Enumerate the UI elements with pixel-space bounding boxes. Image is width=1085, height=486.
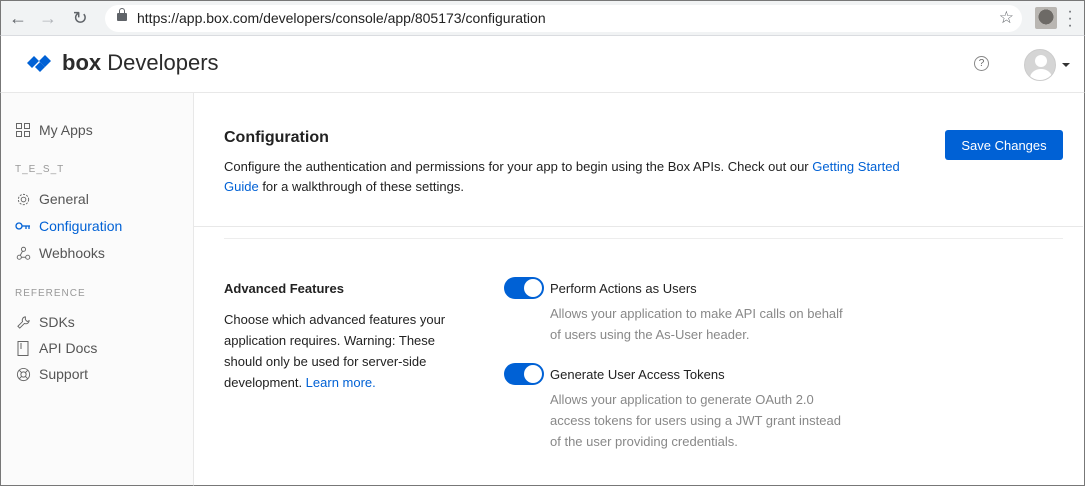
- browser-toolbar: ← → ↻ https://app.box.com/developers/con…: [0, 0, 1085, 36]
- sidebar-item-api-docs[interactable]: API Docs: [15, 339, 97, 357]
- divider: [224, 238, 1063, 239]
- option-description: Allows your application to make API call…: [550, 306, 843, 342]
- option-description: Allows your application to generate OAut…: [550, 392, 841, 449]
- sidebar-item-sdks[interactable]: SDKs: [15, 313, 75, 331]
- reload-icon[interactable]: ↻: [71, 9, 89, 27]
- app-header: box Developers ?: [0, 36, 1085, 93]
- box-logo-icon[interactable]: [25, 53, 53, 73]
- brand-name[interactable]: box Developers: [62, 50, 219, 76]
- webhook-icon: [15, 245, 31, 261]
- perform-actions-as-users-toggle[interactable]: [504, 277, 544, 299]
- sidebar-item-support[interactable]: Support: [15, 365, 88, 383]
- option-title: Perform Actions as Users: [550, 281, 697, 296]
- forward-arrow-icon[interactable]: →: [39, 9, 57, 27]
- help-icon[interactable]: ?: [974, 56, 989, 71]
- sidebar-item-label: Configuration: [39, 218, 123, 234]
- address-bar[interactable]: https://app.box.com/developers/console/a…: [105, 5, 1022, 32]
- back-arrow-icon[interactable]: ←: [9, 9, 27, 27]
- url-text[interactable]: https://app.box.com/developers/console/a…: [137, 10, 546, 26]
- bookmark-star-icon[interactable]: ☆: [999, 8, 1014, 28]
- document-icon: [15, 340, 31, 356]
- page-description: Configure the authentication and permiss…: [224, 159, 900, 194]
- sidebar-item-label: API Docs: [39, 340, 98, 356]
- lock-icon: [117, 8, 127, 21]
- lifebuoy-icon: [15, 366, 31, 382]
- browser-menu-icon[interactable]: · · ·: [1067, 4, 1073, 34]
- sidebar-item-label: Support: [39, 366, 89, 382]
- reference-section-heading: REFERENCE: [15, 288, 86, 299]
- main-content: Configuration Configure the authenticati…: [194, 93, 1085, 486]
- sidebar-item-label: My Apps: [39, 122, 93, 138]
- page-title: Configuration: [224, 129, 329, 146]
- sidebar-item-my-apps[interactable]: My Apps: [15, 121, 93, 139]
- grid-icon: [15, 122, 31, 138]
- learn-more-link[interactable]: Learn more.: [306, 375, 376, 390]
- generate-user-access-tokens-toggle[interactable]: [504, 363, 544, 385]
- sidebar-item-general[interactable]: General: [15, 190, 89, 208]
- caret-down-icon[interactable]: [1062, 63, 1070, 67]
- app-section-heading: T_E_S_T: [15, 164, 65, 175]
- sidebar-item-webhooks[interactable]: Webhooks: [15, 244, 105, 262]
- avatar[interactable]: [1024, 49, 1056, 81]
- advanced-features-description: Choose which advanced features your appl…: [224, 312, 446, 390]
- sidebar-item-configuration[interactable]: Configuration: [15, 217, 122, 235]
- sidebar-item-label: SDKs: [39, 314, 75, 330]
- key-icon: [15, 218, 31, 234]
- browser-profile-icon[interactable]: [1035, 7, 1057, 29]
- sidebar-item-label: General: [39, 191, 89, 207]
- divider: [194, 226, 1083, 227]
- advanced-features-title: Advanced Features: [224, 281, 344, 296]
- gear-icon: [15, 191, 31, 207]
- option-title: Generate User Access Tokens: [550, 367, 725, 382]
- sidebar: My Apps T_E_S_T General Configuration We…: [0, 93, 194, 486]
- sidebar-item-label: Webhooks: [39, 245, 105, 261]
- save-changes-button[interactable]: Save Changes: [945, 130, 1063, 160]
- wrench-icon: [15, 314, 31, 330]
